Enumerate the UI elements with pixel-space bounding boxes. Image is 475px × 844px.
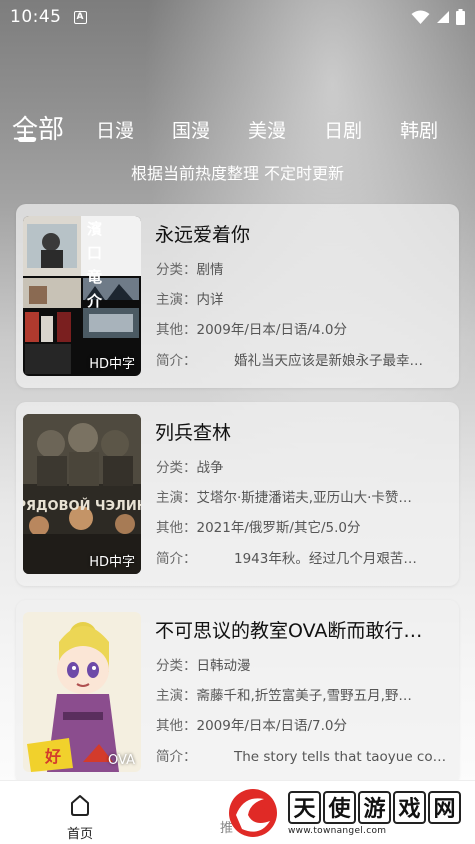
movie-card-1[interactable]: 濱 口 竜 介 HD中字 永远爱着你 分类：剧情 主演：内详 其他：2009年/… [16, 204, 459, 388]
movie-card-2[interactable]: РЯДОВОЙ ЧЭЛИН HD中字 列兵查林 分类：战争 主演：艾塔尔·斯捷潘… [16, 402, 459, 586]
movie-poster-2[interactable]: РЯДОВОЙ ЧЭЛИН HD中字 [23, 414, 141, 574]
svg-text:好: 好 [44, 747, 61, 766]
movie-other-2: 其他：2021年/俄罗斯/其它/5.0分 [156, 520, 361, 536]
movie-title-1[interactable]: 永远爱着你 [155, 220, 450, 247]
movie-title-2[interactable]: 列兵查林 [155, 418, 450, 445]
poster-tag-2: HD中字 [89, 555, 135, 570]
poster-tag-1: HD中字 [89, 357, 135, 372]
movie-cast-1: 主演：内详 [156, 292, 224, 308]
movie-title-3[interactable]: 不可思议的教室OVA断而敢行… [155, 616, 450, 643]
poster-art-2: РЯДОВОЙ ЧЭЛИН [23, 414, 141, 574]
movie-category-1: 分类：剧情 [156, 262, 224, 278]
poster-art-1: 濱 口 竜 介 [23, 216, 141, 376]
movie-intro-3: 简介： The story tells that taoyue co… [156, 749, 447, 765]
movie-poster-3[interactable]: 好 OVA [23, 612, 141, 772]
page-subtitle: 根据当前热度整理 不定时更新 [130, 164, 345, 183]
poster-2-title-text: РЯДОВОЙ ЧЭЛИН [23, 498, 141, 514]
site-watermark: 天 使 游 戏 网 www.townangel.com [224, 784, 472, 842]
movie-category-2: 分类：战争 [156, 460, 224, 476]
tab-japanese-drama[interactable]: 日剧 [324, 116, 362, 143]
movie-cast-2: 主演：艾塔尔·斯捷潘诺夫,亚历山大·卡赞… [156, 490, 412, 506]
category-tabs: 全部 日漫 国漫 美漫 日剧 韩剧 [12, 96, 467, 146]
signal-icon [437, 11, 449, 23]
status-time: 10:45 [10, 7, 62, 27]
movie-other-3: 其他：2009年/日本/日语/7.0分 [156, 718, 347, 734]
a-notification-icon: A [73, 10, 87, 24]
battery-icon [456, 9, 465, 25]
watermark-logo-icon [229, 789, 277, 837]
tab-american-anime[interactable]: 美漫 [248, 116, 286, 143]
active-tab-indicator [18, 137, 36, 142]
tab-korean-drama[interactable]: 韩剧 [400, 116, 438, 143]
status-bar: 10:45 A [0, 0, 475, 34]
status-icons [411, 9, 465, 25]
nav-home[interactable]: 首页 [58, 793, 102, 842]
poster-tag-3: OVA [108, 753, 135, 768]
nav-home-label: 首页 [66, 827, 93, 842]
movie-other-1: 其他：2009年/日本/日语/4.0分 [156, 322, 347, 338]
watermark-url: www.townangel.com [288, 825, 387, 836]
movie-poster-1[interactable]: 濱 口 竜 介 HD中字 [23, 216, 141, 376]
wifi-icon [411, 10, 430, 24]
poster-art-3: 好 [23, 612, 141, 772]
movie-card-3[interactable]: 好 OVA 不可思议的教室OVA断而敢行… 分类：日韩动漫 主演：斋藤千和,折笠… [16, 600, 459, 784]
home-icon [71, 795, 89, 816]
watermark-text: 天 使 游 戏 网 www.townangel.com [288, 790, 461, 836]
movie-category-3: 分类：日韩动漫 [156, 658, 251, 674]
movie-intro-2: 简介： 1943年秋。经过几个月艰苦… [156, 551, 417, 567]
tab-chinese-anime[interactable]: 国漫 [172, 116, 210, 143]
watermark-chars: 天 使 游 戏 网 [288, 790, 461, 824]
movie-cast-3: 主演：斋藤千和,折笠富美子,雪野五月,野… [156, 688, 412, 704]
tab-japanese-anime[interactable]: 日漫 [96, 116, 134, 143]
movie-intro-1: 简介： 婚礼当天应该是新娘永子最幸… [156, 353, 423, 369]
